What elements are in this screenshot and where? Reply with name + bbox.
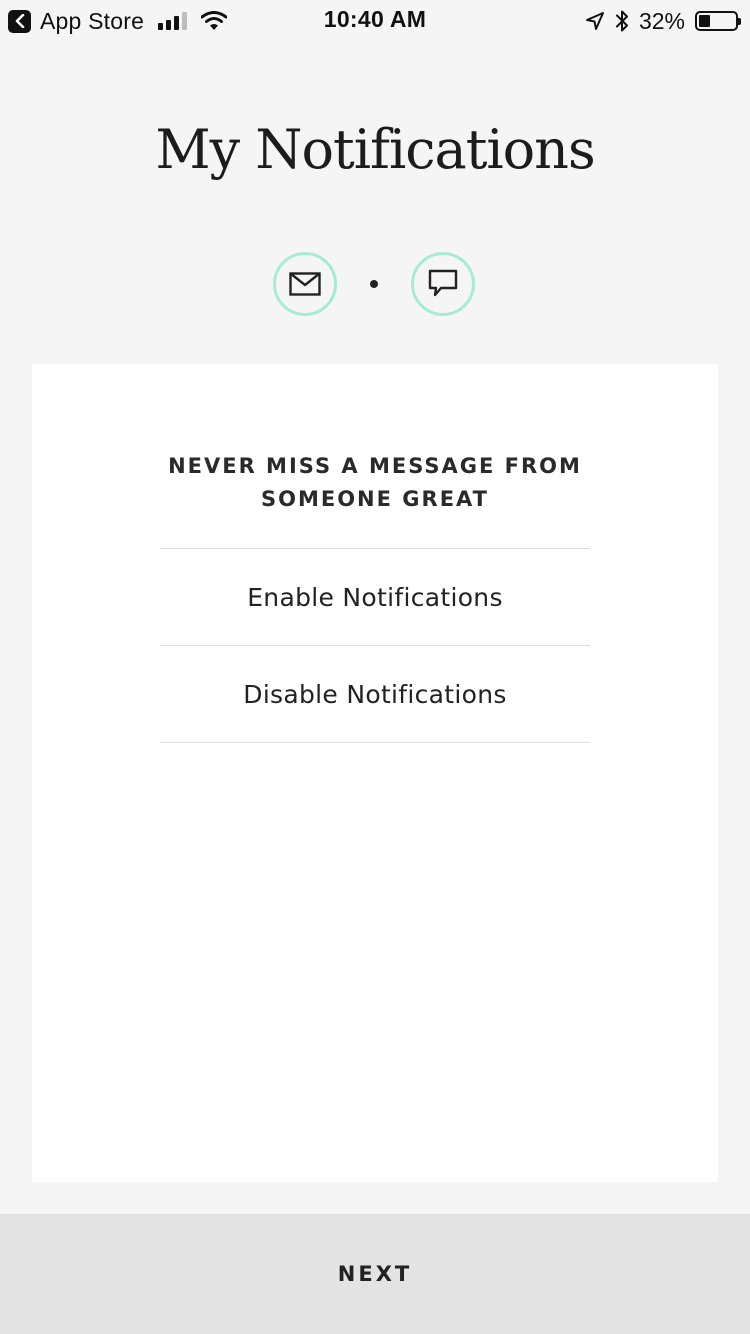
notification-card: NEVER MISS A MESSAGE FROM SOMEONE GREAT … (32, 364, 718, 1182)
card-heading-line-1: NEVER MISS A MESSAGE FROM (168, 454, 582, 478)
chat-bubble-icon (428, 269, 458, 297)
step-mail (273, 252, 337, 316)
step-separator-dot (370, 280, 378, 288)
battery-icon (695, 11, 741, 31)
battery-percent: 32% (638, 7, 685, 34)
next-button[interactable]: NEXT (0, 1214, 750, 1334)
progress-steps (273, 252, 475, 316)
disable-notifications-option[interactable]: Disable Notifications (160, 646, 590, 743)
notification-options: Enable Notifications Disable Notificatio… (160, 548, 590, 743)
step-chat (411, 252, 475, 316)
card-heading-line-2: SOMEONE GREAT (260, 487, 489, 511)
bluetooth-icon (615, 10, 628, 32)
mail-icon (289, 272, 321, 296)
page-title: My Notifications (155, 118, 595, 181)
status-right: 32% (585, 7, 741, 34)
enable-notifications-option[interactable]: Enable Notifications (160, 549, 590, 646)
location-arrow-icon (585, 12, 604, 30)
status-bar: App Store 10:40 AM 32% (0, 0, 750, 40)
card-heading: NEVER MISS A MESSAGE FROM SOMEONE GREAT (32, 450, 718, 516)
battery-level (699, 15, 711, 27)
